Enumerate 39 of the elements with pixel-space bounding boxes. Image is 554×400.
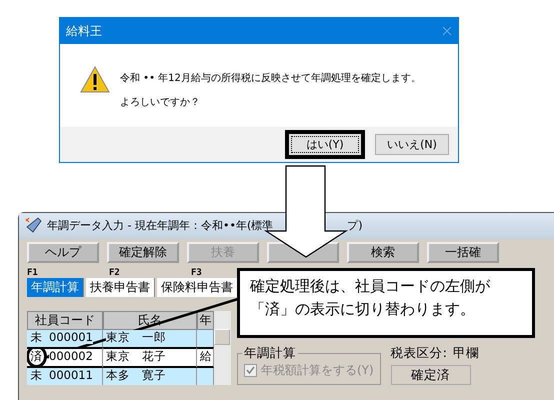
table-cell[interactable]: 未 000001 bbox=[27, 330, 103, 347]
tab[interactable]: 保険料申告書 bbox=[157, 278, 238, 297]
function-key-label: F2 bbox=[109, 268, 120, 278]
dialog-message: 令和 •• 年12月給与の所得税に反映させて年調処理を確定します。 bbox=[120, 72, 421, 85]
toolbar-button[interactable]: 検索 bbox=[347, 242, 419, 263]
window-title: 年調データ入力 - 現在年調年：令和••年(標準 bbox=[47, 218, 274, 232]
group-title: 年調計算 bbox=[242, 345, 298, 362]
warning-icon bbox=[80, 66, 110, 93]
table-cell[interactable]: 東京 一郎 bbox=[103, 330, 197, 347]
table-cell[interactable] bbox=[197, 368, 214, 385]
table-cell[interactable]: 未 000011 bbox=[27, 368, 103, 385]
table-cell[interactable]: 本多 寛子 bbox=[103, 368, 197, 385]
function-key-label: F1 bbox=[27, 268, 38, 278]
table-cell[interactable] bbox=[197, 330, 214, 347]
yes-button[interactable]: はい(Y) bbox=[285, 130, 365, 159]
scroll-up-button[interactable] bbox=[214, 329, 230, 345]
column-header[interactable]: 社員コード bbox=[27, 311, 103, 330]
table-cell[interactable]: 東京 花子 bbox=[103, 347, 197, 368]
dialog-title: 給料王 bbox=[66, 22, 102, 40]
status-button[interactable]: 確定済 bbox=[390, 365, 471, 385]
column-header[interactable]: 年 bbox=[197, 311, 214, 330]
toolbar-button[interactable]: ヘルプ bbox=[27, 242, 99, 263]
callout-text: 「済」の表示に切り替わります。 bbox=[250, 300, 476, 319]
tax-table-value: 甲欄 bbox=[452, 345, 479, 362]
function-key-label: F3 bbox=[191, 268, 202, 278]
pencil-icon bbox=[25, 217, 43, 233]
table-cell[interactable]: 給 bbox=[197, 347, 214, 368]
toolbar-button[interactable]: 確定解除 bbox=[107, 242, 179, 263]
dialog-message: よろしいですか？ bbox=[120, 96, 201, 109]
callout-text: 確定処理後は、社員コードの左側が bbox=[250, 277, 491, 296]
toolbar-button[interactable]: 一括確 bbox=[427, 242, 499, 263]
window-title: プ) bbox=[347, 218, 363, 232]
close-icon[interactable] bbox=[442, 26, 452, 36]
scrollbar[interactable] bbox=[214, 311, 231, 385]
tax-table-label: 税表区分: bbox=[390, 345, 447, 362]
no-button[interactable]: いいえ(N) bbox=[375, 134, 449, 155]
tab[interactable]: 年調計算 bbox=[27, 278, 84, 297]
tab[interactable]: 扶養申告書 bbox=[86, 278, 155, 297]
table-cell[interactable]: 済 000002 bbox=[27, 347, 103, 368]
